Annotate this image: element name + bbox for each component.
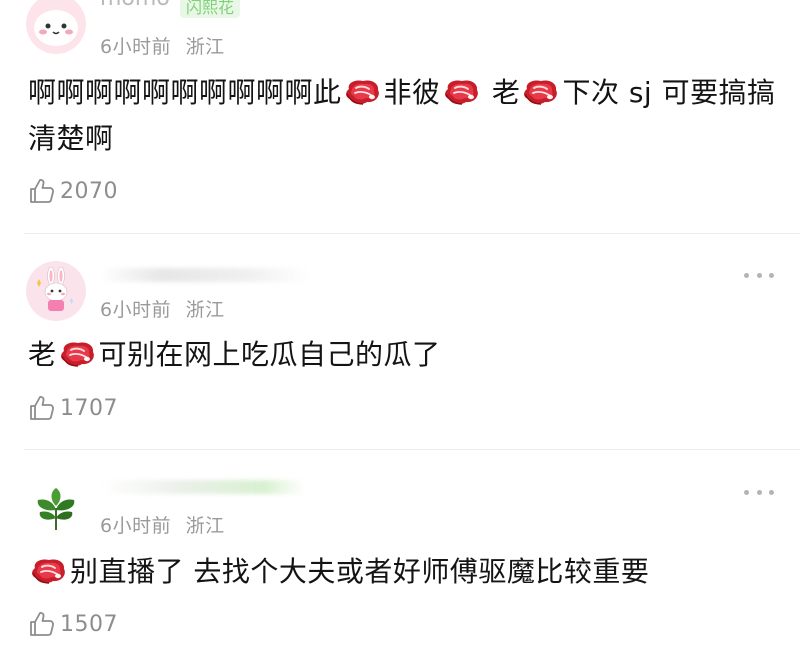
like-button[interactable]: 2070 bbox=[28, 176, 118, 206]
comment-location: 浙江 bbox=[185, 515, 225, 537]
user-badge: 闪熙花 bbox=[180, 0, 241, 18]
like-count: 1507 bbox=[60, 611, 118, 637]
comment-text-part: 别直播了 去找个大夫或者好师傅驱魔比较重要 bbox=[70, 555, 650, 588]
more-options-button[interactable] bbox=[744, 487, 774, 497]
more-options-button[interactable] bbox=[744, 270, 774, 280]
comment-text-part: 啊啊啊啊啊啊啊啊啊啊此 bbox=[28, 76, 342, 109]
like-button[interactable]: 1507 bbox=[28, 609, 118, 639]
username-redacted[interactable] bbox=[100, 268, 310, 282]
more-dots-icon bbox=[744, 489, 749, 495]
more-dots-icon bbox=[744, 272, 749, 278]
username[interactable]: momo bbox=[100, 0, 170, 11]
comment-meta: 6小时前 浙江 bbox=[100, 295, 225, 322]
comment-text-part: 非彼 bbox=[383, 76, 441, 109]
comment-divider bbox=[24, 233, 800, 234]
like-count: 1707 bbox=[60, 395, 118, 421]
steak-emoji-icon bbox=[343, 77, 383, 107]
thumbs-up-icon bbox=[28, 177, 56, 205]
comment-text-part: 老 bbox=[482, 76, 521, 109]
steak-emoji-icon bbox=[521, 77, 561, 107]
comment-text[interactable]: 老 可别在网上吃瓜自己的瓜了 bbox=[28, 332, 778, 378]
steak-emoji-icon bbox=[58, 339, 98, 369]
comment-text-part: 可别在网上吃瓜自己的瓜了 bbox=[98, 338, 441, 371]
comment-location: 浙江 bbox=[185, 36, 225, 58]
comment-location: 浙江 bbox=[185, 299, 225, 321]
comment-time: 6小时前 bbox=[100, 36, 172, 58]
comment-meta: 6小时前 浙江 bbox=[100, 32, 225, 59]
white-bunny-avatar[interactable] bbox=[26, 261, 86, 321]
comment-time: 6小时前 bbox=[100, 515, 172, 537]
steak-emoji-icon bbox=[29, 556, 69, 586]
comment-text[interactable]: 啊啊啊啊啊啊啊啊啊啊此 非彼 老下次 sj 可要搞搞清楚啊 bbox=[28, 70, 778, 162]
comment-text[interactable]: 别直播了 去找个大夫或者好师傅驱魔比较重要 bbox=[28, 549, 778, 595]
pink-bunny-avatar[interactable] bbox=[26, 0, 86, 54]
like-count: 2070 bbox=[60, 178, 118, 204]
comment-time: 6小时前 bbox=[100, 299, 172, 321]
comment-meta: 6小时前 浙江 bbox=[100, 511, 225, 538]
like-button[interactable]: 1707 bbox=[28, 393, 118, 423]
username-redacted[interactable] bbox=[100, 480, 305, 494]
comment-divider bbox=[24, 449, 800, 450]
thumbs-up-icon bbox=[28, 394, 56, 422]
green-leaves-avatar[interactable] bbox=[26, 478, 86, 538]
thumbs-up-icon bbox=[28, 610, 56, 638]
comment-text-part: 老 bbox=[28, 338, 57, 371]
steak-emoji-icon bbox=[442, 77, 482, 107]
